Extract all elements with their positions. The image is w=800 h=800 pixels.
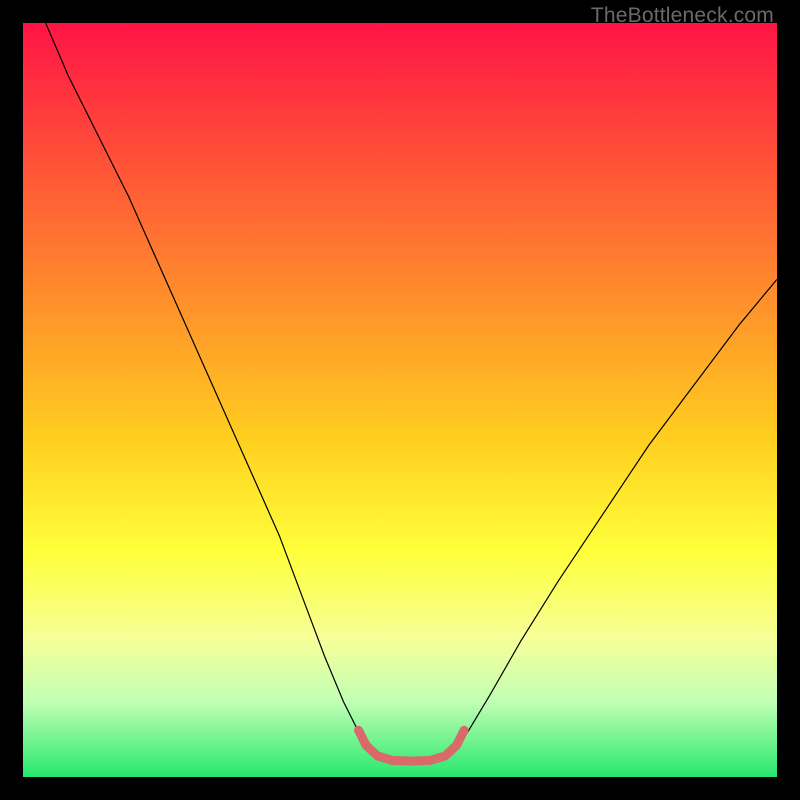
watermark-text: TheBottleneck.com [591, 4, 774, 28]
gradient-background [23, 23, 777, 777]
chart-container: TheBottleneck.com [0, 0, 800, 800]
plot-area [23, 23, 777, 777]
chart-svg [23, 23, 777, 777]
